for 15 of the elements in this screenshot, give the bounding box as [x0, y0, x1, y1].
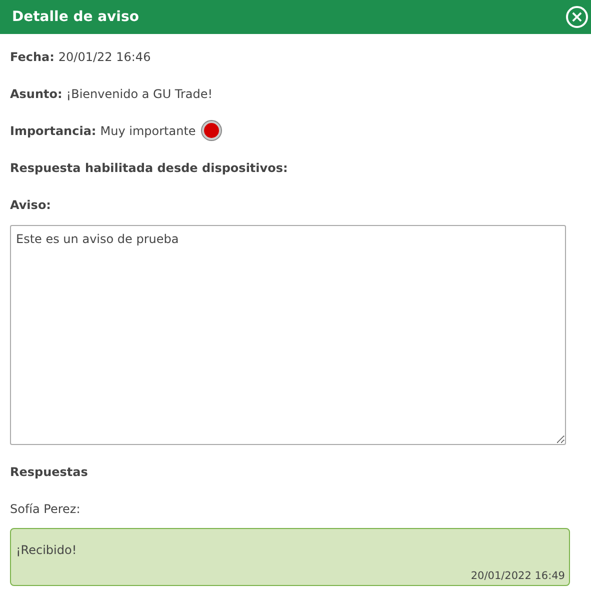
close-button[interactable]: ×: [566, 6, 588, 28]
field-label: Aviso:: [10, 198, 51, 212]
field-label: Respuesta habilitada desde dispositivos:: [10, 160, 288, 174]
field-label: Asunto:: [10, 86, 62, 100]
notice-field[interactable]: Este es un aviso de prueba: [10, 225, 566, 445]
field-value: Muy importante: [100, 124, 196, 138]
window-title: Detalle de aviso: [12, 9, 139, 25]
response-time: 20/01/2022 16:49: [470, 570, 565, 582]
field-label: Importancia:: [10, 124, 96, 138]
response-author: Sofía Perez:: [10, 501, 82, 518]
field-value: ¡Bienvenido a GU Trade!: [66, 86, 213, 100]
field-label: Fecha:: [10, 50, 54, 64]
response-message: ¡Recibido!: [16, 543, 77, 557]
field-value: 20/01/22 16:46: [58, 50, 151, 64]
section-heading: Respuestas: [10, 464, 88, 478]
